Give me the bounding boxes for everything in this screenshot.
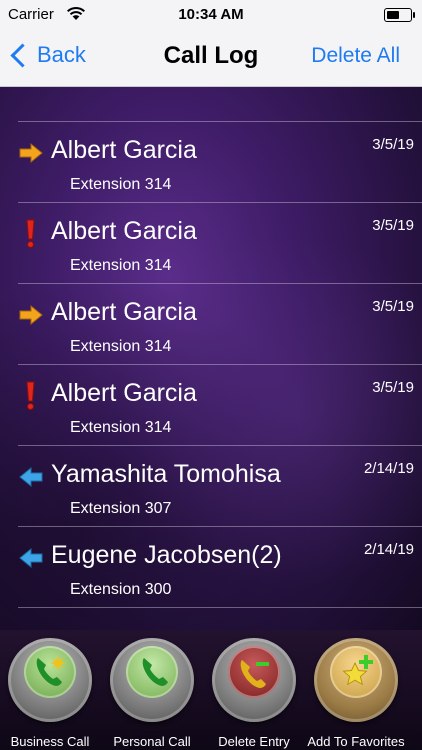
missed-exclamation-icon — [18, 219, 44, 248]
call-date: 3/5/19 — [372, 298, 414, 315]
call-log-list-area[interactable]: Albert Garcia Extension 314 3/5/19 Albert G… — [0, 87, 422, 630]
outgoing-arrow-icon — [18, 142, 44, 164]
status-bar: Carrier 10:34 AM — [0, 0, 422, 30]
add-to-favorites-button-bezel — [314, 638, 398, 722]
delete-phone-icon — [228, 646, 280, 698]
call-log-row[interactable]: Albert Garcia Extension 314 3/5/19 — [18, 202, 422, 283]
call-date: 2/14/19 — [363, 460, 414, 477]
personal-phone-icon — [126, 646, 178, 698]
call-name: Albert Garcia — [51, 379, 197, 407]
call-log-row[interactable]: Eugene Jacobsen(2) Extension 300 2/14/19 — [18, 526, 422, 607]
call-extension: Extension 314 — [70, 338, 172, 355]
call-date: 3/5/19 — [372, 217, 414, 234]
personal-call-button-bezel — [110, 638, 194, 722]
battery-icon — [384, 8, 415, 22]
navigation-bar: Back Call Log Delete All — [0, 30, 422, 87]
call-date: 3/5/19 — [372, 379, 414, 396]
list-separator — [18, 607, 422, 609]
call-log-row[interactable]: Albert Garcia Extension 314 3/5/19 — [18, 283, 422, 364]
call-name: Albert Garcia — [51, 298, 197, 326]
personal-call-label: Personal Call — [113, 734, 191, 749]
call-log-list: Albert Garcia Extension 314 3/5/19 Albert G… — [0, 121, 422, 609]
call-extension: Extension 307 — [70, 500, 172, 517]
business-call-label: Business Call — [10, 734, 90, 749]
delete-all-button[interactable]: Delete All — [311, 44, 400, 68]
delete-entry-label: Delete Entry — [218, 734, 290, 749]
delete-entry-button[interactable]: Delete Entry — [204, 638, 304, 750]
call-date: 3/5/19 — [372, 136, 414, 153]
call-log-row[interactable]: Yamashita Tomohisa Extension 307 2/14/19 — [18, 445, 422, 526]
call-name: Yamashita Tomohisa — [51, 460, 281, 488]
business-call-button-bezel — [8, 638, 92, 722]
business-call-button[interactable]: Business Call — [0, 638, 100, 750]
call-name: Eugene Jacobsen(2) — [51, 541, 282, 569]
add-to-favorites-button[interactable]: Add To Favorites — [306, 638, 406, 750]
status-time: 10:34 AM — [178, 6, 244, 23]
incoming-arrow-icon — [18, 547, 44, 569]
call-extension: Extension 314 — [70, 257, 172, 274]
call-date: 2/14/19 — [363, 541, 414, 558]
call-name: Albert Garcia — [51, 136, 197, 164]
delete-entry-button-bezel — [212, 638, 296, 722]
add-to-favorites-label: Add To Favorites — [307, 734, 405, 749]
bottom-toolbar: Business Call Personal Call Delete Entry — [0, 630, 422, 750]
call-extension: Extension 314 — [70, 176, 172, 193]
outgoing-arrow-icon — [18, 304, 44, 326]
business-phone-icon — [24, 646, 76, 698]
call-log-row[interactable]: Albert Garcia Extension 314 3/5/19 — [18, 121, 422, 202]
incoming-arrow-icon — [18, 466, 44, 488]
call-extension: Extension 300 — [70, 581, 172, 598]
call-log-row[interactable]: Albert Garcia Extension 314 3/5/19 — [18, 364, 422, 445]
personal-call-button[interactable]: Personal Call — [102, 638, 202, 750]
star-plus-icon — [330, 646, 382, 698]
missed-exclamation-icon — [18, 381, 44, 410]
call-name: Albert Garcia — [51, 217, 197, 245]
call-extension: Extension 314 — [70, 419, 172, 436]
